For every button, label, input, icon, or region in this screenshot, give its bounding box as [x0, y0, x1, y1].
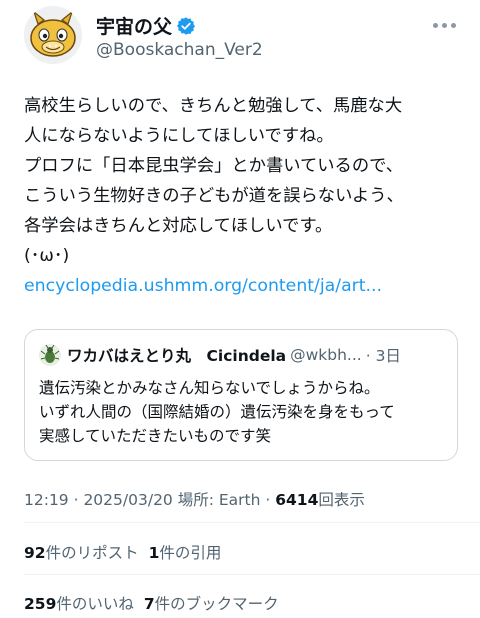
- bookmarks-label: 件のブックマーク: [154, 595, 279, 613]
- tweet-body-line: (･ω･): [24, 246, 70, 266]
- quoted-time: · 3日: [365, 347, 401, 365]
- quoted-tweet-header: ワカバはえとり丸 Cicindela @wkbh... · 3日: [39, 344, 401, 366]
- tweet-body: 高校生らしいので、きちんと勉強して、馬鹿な大 人にならないようにしてほしいですね…: [24, 91, 464, 301]
- tweet-body-line: 高校生らしいので、きちんと勉強して、馬鹿な大: [24, 96, 403, 116]
- tweet-link[interactable]: encyclopedia.ushmm.org/content/ja/art...: [24, 271, 464, 301]
- quoted-body: 遺伝汚染とかみなさん知らないでしょうからね。 いずれ人間の（国際結婚の）遺伝汚染…: [39, 376, 449, 448]
- tweet-meta: 12:19 · 2025/03/20 場所: Earth · 6414回表示: [24, 488, 365, 510]
- quoted-body-line: 実感していただきたいものです笑: [39, 427, 272, 445]
- name-row: 宇宙の父: [96, 12, 196, 39]
- tweet-body-line: プロフに「日本昆虫学会」とか書いているので、: [24, 156, 403, 176]
- reposts-label: 件のリポスト: [45, 544, 139, 562]
- reposts-link[interactable]: 92件のリポスト: [24, 544, 139, 562]
- reposts-count: 92: [24, 544, 46, 562]
- tweet-header: 宇宙の父 @Booskachan_Ver2: [24, 6, 464, 66]
- quotes-link[interactable]: 1件の引用: [149, 544, 222, 562]
- quoted-tweet[interactable]: ワカバはえとり丸 Cicindela @wkbh... · 3日 遺伝汚染とかみ…: [24, 329, 458, 461]
- view-count: 6414: [275, 491, 319, 509]
- likes-count: 259: [24, 595, 57, 613]
- display-name[interactable]: 宇宙の父: [96, 12, 172, 39]
- likes-link[interactable]: 259件のいいね: [24, 595, 134, 613]
- divider: [24, 574, 480, 575]
- tweet-body-line: 各学会はきちんと対応してほしいです。: [24, 216, 333, 236]
- avatar[interactable]: [24, 6, 82, 64]
- quotes-count: 1: [148, 544, 160, 562]
- more-options-icon[interactable]: [424, 8, 464, 42]
- tweet-body-line: 人にならないようにしてほしいですね。: [24, 126, 334, 146]
- handle[interactable]: @Booskachan_Ver2: [96, 40, 263, 60]
- tweet-body-line: こういう生物好きの子どもが道を誤らないよう、: [24, 186, 404, 206]
- quoted-handle[interactable]: @wkbh...: [290, 346, 362, 364]
- likes-label: 件のいいね: [56, 595, 134, 613]
- stats-row-likes: 259件のいいね 7件のブックマーク: [24, 592, 279, 614]
- verified-badge-icon: [176, 16, 196, 36]
- quoted-avatar[interactable]: [39, 344, 61, 366]
- quotes-label: 件の引用: [159, 544, 222, 562]
- bookmarks-link[interactable]: 7件のブックマーク: [144, 595, 279, 613]
- view-label: 回表示: [318, 491, 365, 509]
- stats-row-reposts: 92件のリポスト 1件の引用: [24, 541, 221, 563]
- bookmarks-count: 7: [143, 595, 155, 613]
- character-avatar-icon: [24, 6, 82, 64]
- quoted-display-name[interactable]: ワカバはえとり丸 Cicindela: [67, 344, 286, 366]
- insect-avatar-icon: [39, 344, 61, 366]
- divider: [24, 522, 480, 523]
- quoted-body-line: いずれ人間の（国際結婚の）遺伝汚染を身をもって: [39, 403, 395, 421]
- tweet-datetime[interactable]: 12:19 · 2025/03/20 場所: Earth ·: [24, 491, 275, 509]
- quoted-body-line: 遺伝汚染とかみなさん知らないでしょうからね。: [39, 379, 380, 397]
